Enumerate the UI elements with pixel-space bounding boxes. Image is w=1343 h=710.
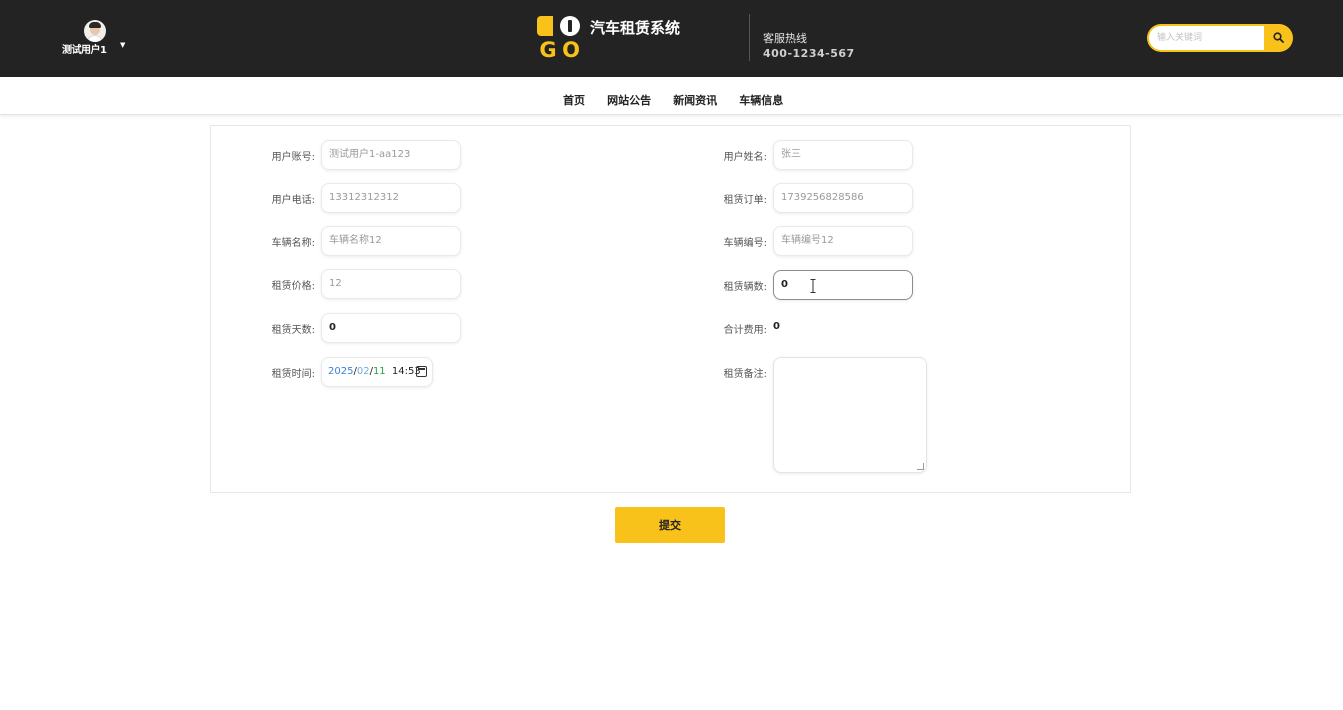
logo-letter-g: G — [539, 38, 557, 62]
search-input[interactable] — [1149, 26, 1264, 50]
site-title: 汽车租赁系统 — [590, 19, 681, 37]
date-month[interactable]: 02 — [357, 366, 370, 377]
account-field[interactable]: 测试用户1-aa123 — [321, 140, 461, 170]
nav-news[interactable]: 新闻资讯 — [673, 92, 717, 108]
total-value: 0 — [773, 321, 780, 332]
logo: L G O — [537, 16, 583, 62]
phone-label: 用户电话: — [271, 195, 315, 206]
qty-value: 0 — [781, 279, 788, 290]
username[interactable]: 测试用户1 — [62, 41, 107, 56]
car-name-label: 车辆名称: — [271, 238, 315, 249]
header-divider — [749, 14, 750, 61]
hotline-label: 客服热线 — [763, 32, 807, 45]
text-cursor-icon — [810, 279, 816, 293]
logo-letter-o2: O — [562, 38, 580, 62]
avatar[interactable] — [84, 20, 106, 42]
price-label: 租赁价格: — [271, 281, 315, 292]
name-label: 用户姓名: — [723, 152, 767, 163]
resize-handle-icon[interactable] — [917, 463, 924, 470]
qty-field[interactable]: 0 — [773, 270, 913, 300]
logo-letter-o — [560, 16, 580, 36]
user-menu[interactable]: 测试用户1 ▼ — [62, 18, 128, 58]
account-label: 用户账号: — [271, 152, 315, 163]
total-label: 合计费用: — [723, 325, 767, 336]
date-year[interactable]: 2025 — [328, 366, 353, 377]
date-day[interactable]: 11 — [373, 366, 386, 377]
order-field[interactable]: 1739256828586 — [773, 183, 913, 213]
remark-textarea[interactable] — [773, 357, 927, 473]
search-box — [1147, 24, 1293, 52]
time-label: 租赁时间: — [271, 369, 315, 380]
car-no-label: 车辆编号: — [723, 238, 767, 249]
top-header: 测试用户1 ▼ L G O 汽车租赁系统 客服热线 400-1234-567 — [0, 0, 1343, 77]
remark-label: 租赁备注: — [723, 369, 767, 380]
days-label: 租赁天数: — [271, 325, 315, 336]
rental-form: 用户账号: 测试用户1-aa123 用户电话: 13312312312 车辆名称… — [210, 125, 1131, 493]
search-button[interactable] — [1265, 24, 1293, 52]
order-label: 租赁订单: — [723, 195, 767, 206]
nav-notice[interactable]: 网站公告 — [607, 92, 651, 108]
search-icon — [1273, 32, 1284, 43]
car-no-field[interactable]: 车辆编号12 — [773, 226, 913, 256]
caret-down-icon[interactable]: ▼ — [120, 41, 125, 49]
rental-time-field[interactable]: 2025/02/11 14:53 — [321, 357, 433, 387]
calendar-icon[interactable] — [416, 366, 427, 377]
name-field[interactable]: 张三 — [773, 140, 913, 170]
hotline-number: 400-1234-567 — [763, 47, 855, 60]
nav-home[interactable]: 首页 — [563, 92, 585, 108]
logo-letter-l: L — [537, 16, 553, 36]
nav-cars[interactable]: 车辆信息 — [739, 92, 783, 108]
qty-label: 租赁辆数: — [723, 282, 767, 293]
days-field[interactable]: 0 — [321, 313, 461, 343]
submit-button[interactable]: 提交 — [615, 507, 725, 543]
main-nav: 首页 网站公告 新闻资讯 车辆信息 — [0, 77, 1343, 115]
phone-field[interactable]: 13312312312 — [321, 183, 461, 213]
price-field[interactable]: 12 — [321, 269, 461, 299]
car-name-field[interactable]: 车辆名称12 — [321, 226, 461, 256]
